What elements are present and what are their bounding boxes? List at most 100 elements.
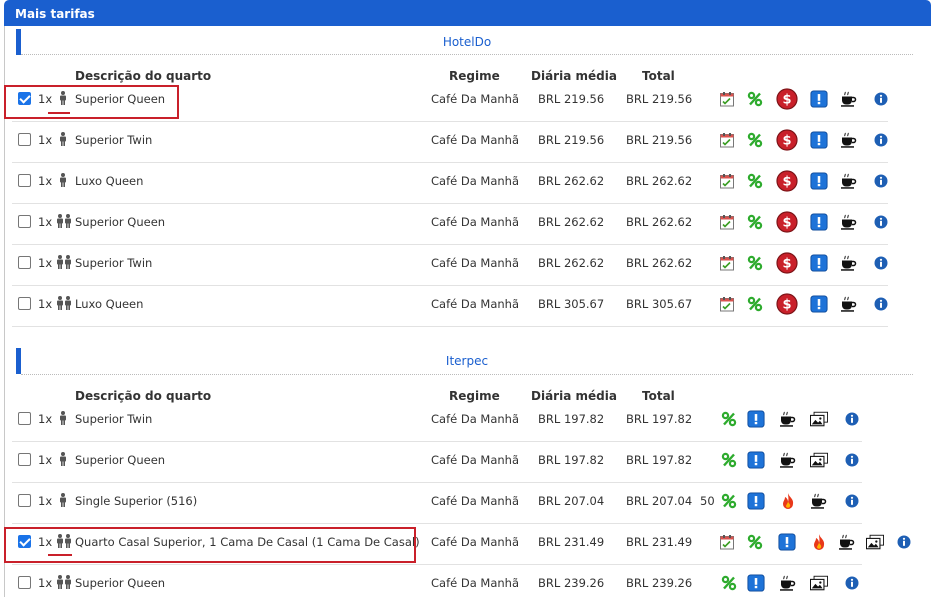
extra-value: 50 [700, 494, 715, 508]
fire-icon[interactable] [810, 533, 828, 551]
percent-icon[interactable] [746, 131, 764, 149]
info-icon[interactable] [872, 172, 890, 190]
svg-text:$: $ [782, 175, 791, 190]
alert-icon[interactable] [810, 90, 828, 108]
rate-select-checkbox[interactable] [18, 256, 31, 269]
rate-select-checkbox[interactable] [18, 453, 31, 466]
rate-select-checkbox[interactable] [18, 494, 31, 507]
info-icon[interactable] [872, 131, 890, 149]
alert-icon[interactable] [747, 492, 765, 510]
coffee-icon[interactable] [840, 131, 858, 149]
calendar-icon[interactable] [718, 213, 736, 231]
coffee-icon[interactable] [779, 451, 797, 469]
coffee-icon[interactable] [840, 254, 858, 272]
coffee-icon[interactable] [779, 574, 797, 592]
calendar-icon[interactable] [718, 533, 736, 551]
percent-icon[interactable] [720, 451, 738, 469]
alert-icon[interactable] [810, 131, 828, 149]
coffee-icon[interactable] [810, 492, 828, 510]
guest-underline [48, 112, 70, 114]
daily-average-price: BRL 207.04 [538, 494, 605, 508]
info-icon[interactable] [843, 410, 861, 428]
percent-icon[interactable] [720, 492, 738, 510]
gallery-icon[interactable] [810, 574, 828, 592]
info-icon[interactable] [895, 533, 913, 551]
room-quantity: 1x [38, 133, 53, 147]
alert-icon[interactable] [810, 295, 828, 313]
dollar-icon[interactable]: $ [776, 293, 798, 315]
section-divider [21, 374, 913, 375]
selected-rate-highlight [4, 527, 416, 563]
coffee-icon[interactable] [840, 295, 858, 313]
percent-icon[interactable] [720, 574, 738, 592]
alert-icon[interactable] [747, 451, 765, 469]
info-icon[interactable] [872, 90, 890, 108]
alert-icon[interactable] [810, 254, 828, 272]
guest-icon [59, 173, 67, 187]
guest-icon [64, 296, 72, 310]
room-quantity: 1x [38, 297, 53, 311]
calendar-icon[interactable] [718, 295, 736, 313]
info-icon[interactable] [843, 451, 861, 469]
info-icon[interactable] [872, 295, 890, 313]
percent-icon[interactable] [746, 90, 764, 108]
provider-title: HotelDo [442, 35, 492, 49]
fire-icon[interactable] [779, 492, 797, 510]
percent-icon[interactable] [746, 533, 764, 551]
rate-row: 1x Luxo Queen Café Da Manhã BRL 305.67 BRL 3… [8, 293, 908, 344]
info-icon[interactable] [872, 213, 890, 231]
dollar-icon[interactable]: $ [776, 211, 798, 233]
alert-icon[interactable] [778, 533, 796, 551]
guest-icon [64, 255, 72, 269]
alert-icon[interactable] [810, 172, 828, 190]
rate-select-checkbox[interactable] [18, 133, 31, 146]
meal-regime: Café Da Manhã [431, 297, 520, 311]
percent-icon[interactable] [720, 410, 738, 428]
percent-icon[interactable] [746, 295, 764, 313]
guest-icon [56, 255, 64, 269]
coffee-icon[interactable] [840, 90, 858, 108]
svg-text:$: $ [782, 93, 791, 108]
rate-select-checkbox[interactable] [18, 215, 31, 228]
percent-icon[interactable] [746, 213, 764, 231]
coffee-icon[interactable] [838, 533, 856, 551]
calendar-icon[interactable] [718, 172, 736, 190]
rate-select-checkbox[interactable] [18, 576, 31, 589]
percent-icon[interactable] [746, 172, 764, 190]
rate-select-checkbox[interactable] [18, 412, 31, 425]
room-quantity: 1x [38, 412, 53, 426]
info-icon[interactable] [843, 574, 861, 592]
header-daily-average: Diária média [531, 389, 617, 403]
row-separator [12, 326, 888, 327]
info-icon[interactable] [843, 492, 861, 510]
rate-select-checkbox[interactable] [18, 174, 31, 187]
row-separator [12, 244, 888, 245]
dollar-icon[interactable]: $ [776, 88, 798, 110]
row-separator [12, 523, 862, 524]
dollar-icon[interactable]: $ [776, 170, 798, 192]
dollar-icon[interactable]: $ [776, 129, 798, 151]
coffee-icon[interactable] [840, 172, 858, 190]
coffee-icon[interactable] [779, 410, 797, 428]
gallery-icon[interactable] [810, 410, 828, 428]
daily-average-price: BRL 305.67 [538, 297, 605, 311]
alert-icon[interactable] [747, 410, 765, 428]
calendar-icon[interactable] [718, 254, 736, 272]
alert-icon[interactable] [747, 574, 765, 592]
coffee-icon[interactable] [840, 213, 858, 231]
row-separator [12, 441, 862, 442]
rate-select-checkbox[interactable] [18, 297, 31, 310]
room-name: Superior Queen [75, 215, 166, 229]
gallery-icon[interactable] [810, 451, 828, 469]
calendar-icon[interactable] [718, 131, 736, 149]
calendar-icon[interactable] [718, 90, 736, 108]
dollar-icon[interactable]: $ [776, 252, 798, 274]
room-quantity: 1x [38, 256, 53, 270]
guest-icon [59, 452, 67, 466]
daily-average-price: BRL 262.62 [538, 215, 605, 229]
gallery-icon[interactable] [866, 533, 884, 551]
alert-icon[interactable] [810, 213, 828, 231]
daily-average-price: BRL 219.56 [538, 92, 605, 106]
percent-icon[interactable] [746, 254, 764, 272]
info-icon[interactable] [872, 254, 890, 272]
